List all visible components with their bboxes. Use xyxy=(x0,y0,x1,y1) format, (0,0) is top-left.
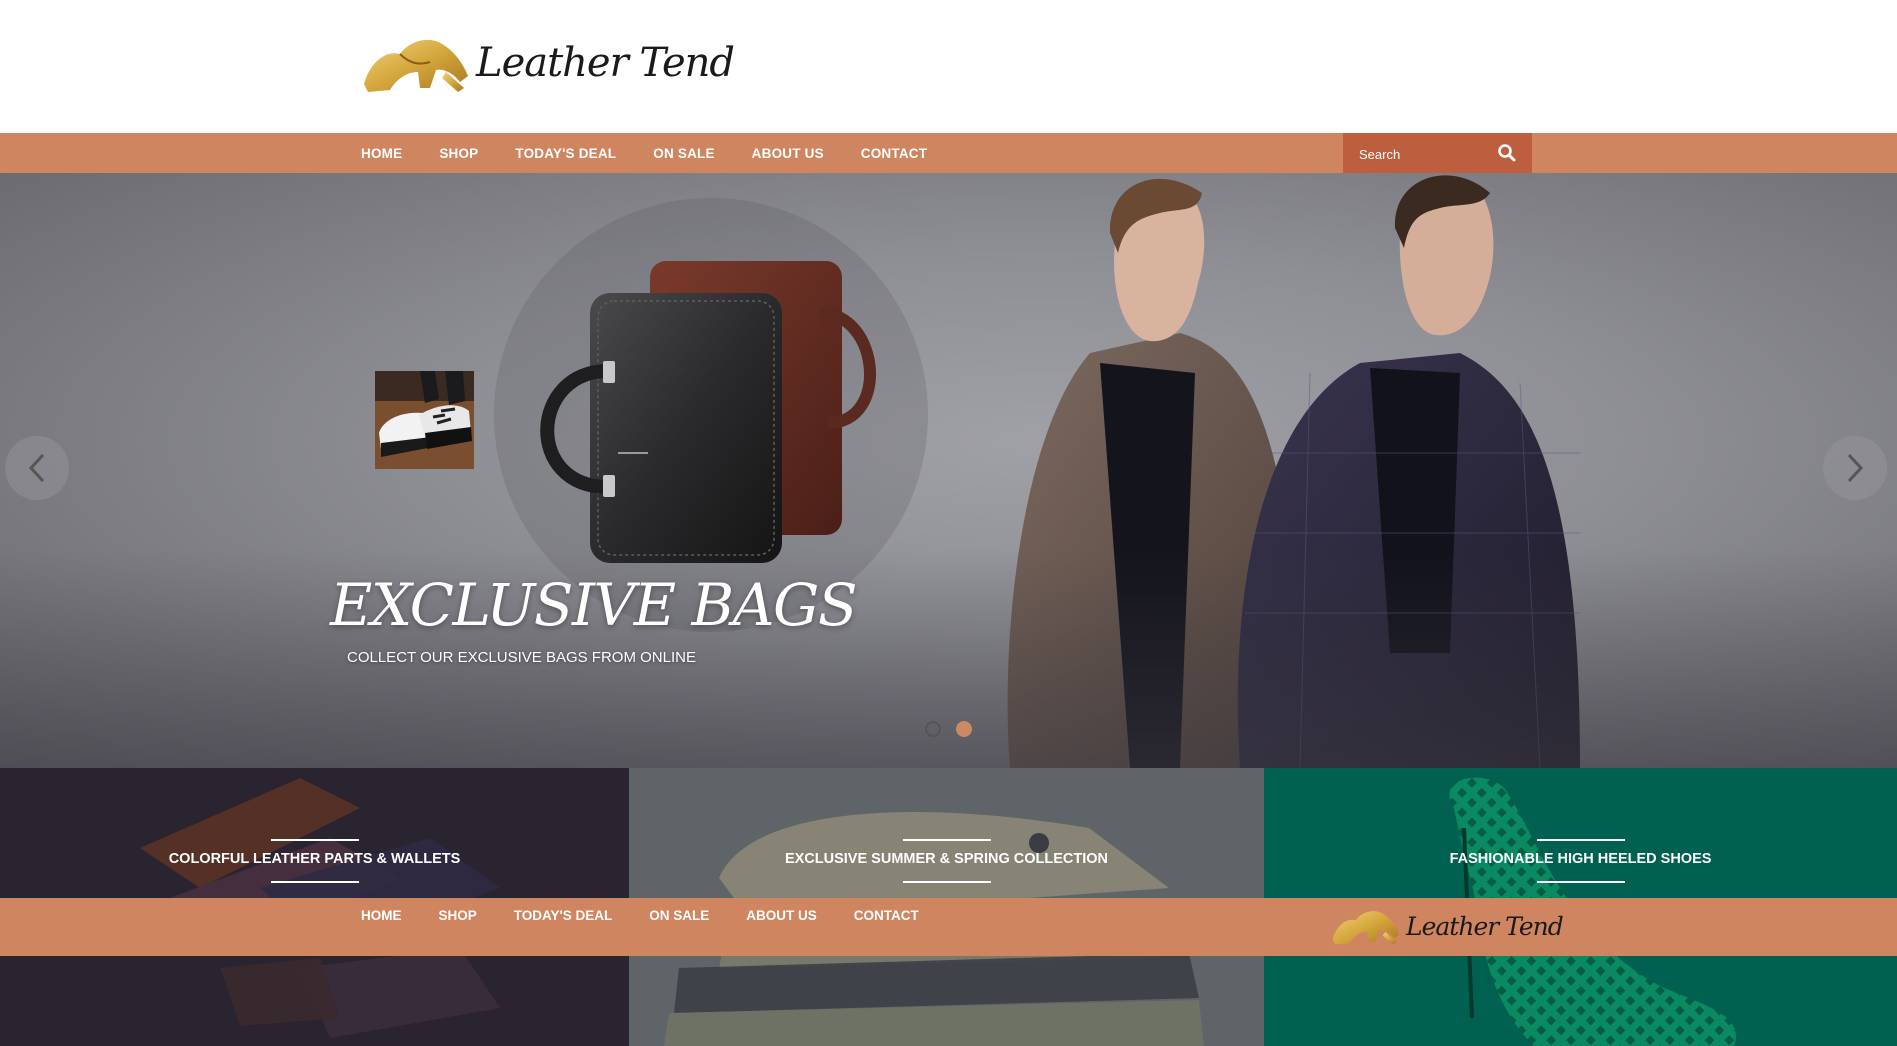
caption-line-bottom xyxy=(902,881,991,883)
footer-nav-contact[interactable]: CONTACT xyxy=(854,908,919,923)
chevron-right-icon xyxy=(1847,453,1864,483)
caption-line-top xyxy=(270,839,359,841)
logo-shoes-icon xyxy=(364,39,468,92)
nav-home[interactable]: HOME xyxy=(361,146,402,161)
footer-nav-home[interactable]: HOME xyxy=(361,908,402,923)
sneaker-thumbnail xyxy=(375,371,474,469)
site-header: Leather Tend xyxy=(0,0,1897,133)
category-caption-wallets: COLORFUL LEATHER PARTS & WALLETS xyxy=(168,851,461,867)
search-box xyxy=(1343,133,1532,173)
footer-nav-shop[interactable]: SHOP xyxy=(439,908,477,923)
caption-line-bottom xyxy=(270,881,359,883)
caption-line-top xyxy=(902,839,991,841)
footer-brand-name: Leather Tend xyxy=(1406,911,1564,941)
caption-line-bottom xyxy=(1536,881,1625,883)
slider-dots xyxy=(925,721,987,737)
brand-name: Leather Tend xyxy=(476,40,735,86)
site-logo[interactable]: Leather Tend xyxy=(360,32,735,94)
slider-prev-button[interactable] xyxy=(5,436,69,500)
chevron-left-icon xyxy=(28,453,45,483)
nav-about-us[interactable]: ABOUT US xyxy=(752,146,824,161)
hero-title: EXCLUSIVE BAGS xyxy=(330,571,858,639)
nav-shop[interactable]: SHOP xyxy=(439,146,478,161)
search-input[interactable] xyxy=(1357,143,1501,165)
nav-on-sale[interactable]: ON SALE xyxy=(653,146,714,161)
slider-next-button[interactable] xyxy=(1823,436,1887,500)
footer-nav-about-us[interactable]: ABOUT US xyxy=(746,908,817,923)
footer-logo-shoes-icon xyxy=(1332,911,1400,945)
footer-nav-on-sale[interactable]: ON SALE xyxy=(649,908,709,923)
hero-slider: EXCLUSIVE BAGS COLLECT OUR EXCLUSIVE BAG… xyxy=(0,173,1897,768)
slider-dot-1[interactable] xyxy=(925,721,941,737)
hero-subtitle: COLLECT OUR EXCLUSIVE BAGS FROM ONLINE xyxy=(347,649,696,666)
search-icon[interactable] xyxy=(1497,143,1517,163)
caption-line-top xyxy=(1536,839,1625,841)
footer-nav-todays-deal[interactable]: TODAY'S DEAL xyxy=(514,908,612,923)
nav-contact[interactable]: CONTACT xyxy=(861,146,927,161)
slider-dot-2[interactable] xyxy=(956,721,972,737)
nav-todays-deal[interactable]: TODAY'S DEAL xyxy=(515,146,616,161)
category-caption-collection: EXCLUSIVE SUMMER & SPRING COLLECTION xyxy=(784,851,1109,867)
footer-nav: HOME SHOP TODAY'S DEAL ON SALE ABOUT US … xyxy=(0,898,1897,956)
footer-logo[interactable]: Leather Tend xyxy=(1330,906,1564,946)
main-nav: HOME SHOP TODAY'S DEAL ON SALE ABOUT US … xyxy=(0,133,1897,173)
category-caption-shoes: FASHIONABLE HIGH HEELED SHOES xyxy=(1449,851,1712,867)
leather-bags-image xyxy=(540,261,876,563)
